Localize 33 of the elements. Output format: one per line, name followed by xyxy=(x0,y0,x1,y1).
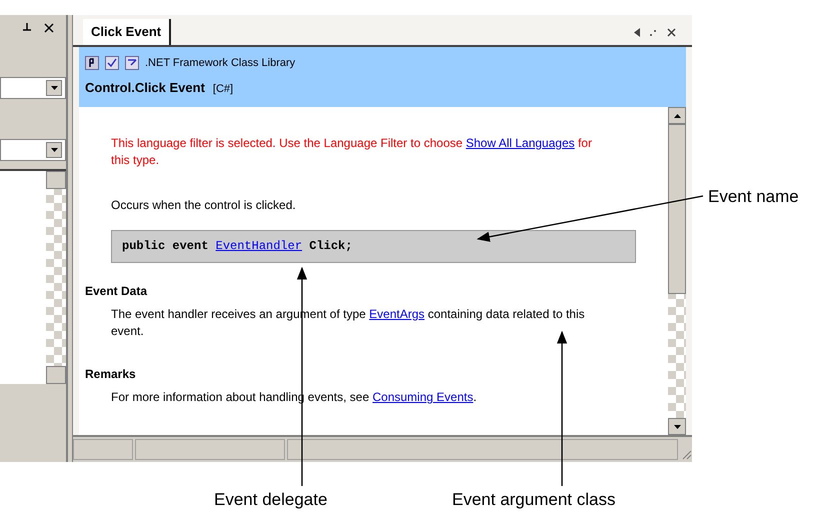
close-icon[interactable] xyxy=(667,28,676,37)
library-title: .NET Framework Class Library xyxy=(145,56,296,71)
callout-label: Event delegate xyxy=(214,489,328,511)
dropdown-field[interactable] xyxy=(0,139,66,161)
callout-label: Event argument class xyxy=(452,489,616,511)
scroll-thumb[interactable] xyxy=(668,124,686,294)
link[interactable]: EventArgs xyxy=(369,307,425,321)
resize-grip-icon[interactable] xyxy=(680,448,692,460)
checkbox-icon[interactable] xyxy=(125,56,139,70)
scroll-down-icon[interactable] xyxy=(674,424,680,428)
dropdown-field[interactable] xyxy=(0,77,66,99)
close-icon[interactable] xyxy=(44,23,54,33)
notice-text: This language filter is selected. Use the Language Filter to choose Show All Languages for this type. xyxy=(111,135,593,169)
section-heading: Remarks xyxy=(85,366,137,383)
summary-text: Occurs when the control is clicked. xyxy=(111,197,297,214)
scrollbar[interactable] xyxy=(668,107,686,435)
link[interactable]: Show All Languages xyxy=(466,136,575,150)
language-tag: [C#] xyxy=(212,80,234,97)
checkbox-icon[interactable] xyxy=(105,56,119,70)
link[interactable]: Consuming Events xyxy=(372,390,474,404)
status-bar-panel xyxy=(73,439,133,460)
document-icon[interactable] xyxy=(85,56,99,70)
callout-label: Event name xyxy=(708,186,799,208)
syntax-code: public event EventHandler Click; xyxy=(122,238,352,255)
topic-title: Control.Click Event xyxy=(85,78,205,96)
scroll-up-icon[interactable] xyxy=(674,114,680,118)
pin-icon[interactable] xyxy=(22,23,32,33)
link[interactable]: EventHandler xyxy=(216,239,302,253)
caret-icon[interactable] xyxy=(634,28,640,37)
scrollbar[interactable] xyxy=(46,171,66,384)
section-heading: Event Data xyxy=(85,283,148,300)
dots-icon[interactable] xyxy=(650,29,657,36)
tab[interactable]: Click Event xyxy=(83,19,172,45)
